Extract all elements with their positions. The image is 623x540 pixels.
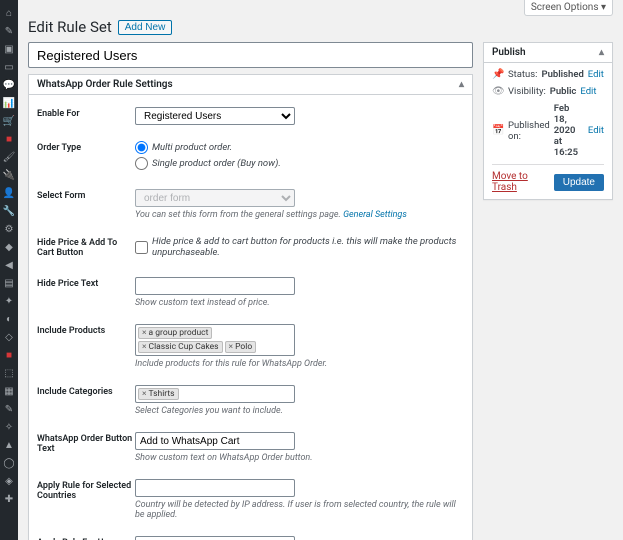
tools-icon[interactable]: 🔧 xyxy=(0,202,18,220)
settings-icon[interactable]: ⚙ xyxy=(0,220,18,238)
hide-price-text-input[interactable] xyxy=(135,277,295,295)
select-form-select: order form xyxy=(135,189,295,207)
edit-status-link[interactable]: Edit xyxy=(588,69,604,80)
label-countries: Apply Rule for Selected Countries xyxy=(37,479,135,520)
include-products-input[interactable]: ×a group product ×Classic Cup Cakes ×Pol… xyxy=(135,324,295,356)
users-icon[interactable]: 👤 xyxy=(0,184,18,202)
product-tag[interactable]: ×Classic Cup Cakes xyxy=(138,341,223,353)
menu-icon-6[interactable]: ⬚ xyxy=(0,364,18,382)
countries-input[interactable] xyxy=(135,479,295,497)
menu-icon-1[interactable]: ▤ xyxy=(0,274,18,292)
label-user-roles: Apply Rule For User Roles xyxy=(37,536,135,540)
calendar-icon: 📅 xyxy=(492,125,504,136)
comments-icon[interactable]: 💬 xyxy=(0,76,18,94)
posts-icon[interactable]: ✎ xyxy=(0,22,18,40)
appearance-icon[interactable]: 🖌 xyxy=(0,148,18,166)
label-button-text: WhatsApp Order Button Text xyxy=(37,432,135,463)
rule-settings-box: WhatsApp Order Rule Settings ▴ Enable Fo… xyxy=(28,74,473,540)
menu-icon-8[interactable]: ✎ xyxy=(0,400,18,418)
analytics-icon[interactable]: 📊 xyxy=(0,94,18,112)
menu-icon-11[interactable]: ◯ xyxy=(0,454,18,472)
menu-icon-2[interactable]: ✦ xyxy=(0,292,18,310)
menu-icon-12[interactable]: ◈ xyxy=(0,472,18,490)
menu-icon-3[interactable]: ◐ xyxy=(0,310,18,328)
update-button[interactable]: Update xyxy=(554,174,604,191)
content-area: Screen Options ▾ Edit Rule Set Add New W… xyxy=(18,0,623,540)
page-title: Edit Rule Set xyxy=(28,18,112,36)
move-to-trash-link[interactable]: Move to Trash xyxy=(492,171,554,193)
post-title-input[interactable] xyxy=(28,42,473,68)
user-roles-input[interactable] xyxy=(135,536,295,540)
edit-date-link[interactable]: Edit xyxy=(588,125,604,136)
hide-price-button-checkbox[interactable] xyxy=(135,241,148,254)
edit-visibility-link[interactable]: Edit xyxy=(580,86,596,97)
product-tag[interactable]: ×a group product xyxy=(138,327,212,339)
label-order-type: Order Type xyxy=(37,141,135,173)
plugins-icon[interactable]: 🔌 xyxy=(0,166,18,184)
menu-icon-9[interactable]: ✧ xyxy=(0,418,18,436)
toggle-icon[interactable]: ▴ xyxy=(459,79,464,90)
order-type-multi-radio[interactable] xyxy=(135,141,148,154)
include-categories-input[interactable]: ×Tshirts xyxy=(135,385,295,403)
enable-for-select[interactable]: Registered Users xyxy=(135,107,295,125)
label-hide-price-text: Hide Price Text xyxy=(37,277,135,308)
screen-options-tab[interactable]: Screen Options ▾ xyxy=(524,0,613,16)
publish-title: Publish xyxy=(492,47,526,58)
generic-icon[interactable]: ◆ xyxy=(0,238,18,256)
product-tag[interactable]: ×Polo xyxy=(225,341,257,353)
category-tag[interactable]: ×Tshirts xyxy=(138,388,179,400)
whatsapp-order-icon[interactable]: ■ xyxy=(0,130,18,148)
publish-box: Publish ▴ 📌 Status: Published Edit 👁 Vis… xyxy=(483,42,613,200)
pages-icon[interactable]: ▭ xyxy=(0,58,18,76)
button-text-input[interactable] xyxy=(135,432,295,450)
pin-icon: 📌 xyxy=(492,69,504,80)
menu-icon-10[interactable]: ▲ xyxy=(0,436,18,454)
collapse-icon[interactable]: ◀ xyxy=(0,256,18,274)
menu-icon-7[interactable]: ▦ xyxy=(0,382,18,400)
metabox-title: WhatsApp Order Rule Settings xyxy=(37,79,173,90)
media-icon[interactable]: ▣ xyxy=(0,40,18,58)
admin-sidebar: ⌂ ✎ ▣ ▭ 💬 📊 🛒 ■ 🖌 🔌 👤 🔧 ⚙ ◆ ◀ ▤ ✦ ◐ ◇ ■ … xyxy=(0,0,18,540)
products-icon[interactable]: 🛒 xyxy=(0,112,18,130)
visibility-icon: 👁 xyxy=(492,86,504,97)
label-include-categories: Include Categories xyxy=(37,385,135,416)
general-settings-link[interactable]: General Settings xyxy=(343,210,407,220)
page-heading: Edit Rule Set Add New xyxy=(28,18,613,36)
label-select-form: Select Form xyxy=(37,189,135,220)
label-enable-for: Enable For xyxy=(37,107,135,125)
menu-icon-13[interactable]: ✚ xyxy=(0,490,18,508)
menu-icon-4[interactable]: ◇ xyxy=(0,328,18,346)
add-new-button[interactable]: Add New xyxy=(118,20,173,35)
menu-icon-5[interactable]: ■ xyxy=(0,346,18,364)
label-hide-price-button: Hide Price & Add To Cart Button xyxy=(37,236,135,261)
toggle-icon[interactable]: ▴ xyxy=(599,47,604,58)
order-type-single-radio[interactable] xyxy=(135,157,148,170)
label-include-products: Include Products xyxy=(37,324,135,369)
dashboard-icon[interactable]: ⌂ xyxy=(0,4,18,22)
